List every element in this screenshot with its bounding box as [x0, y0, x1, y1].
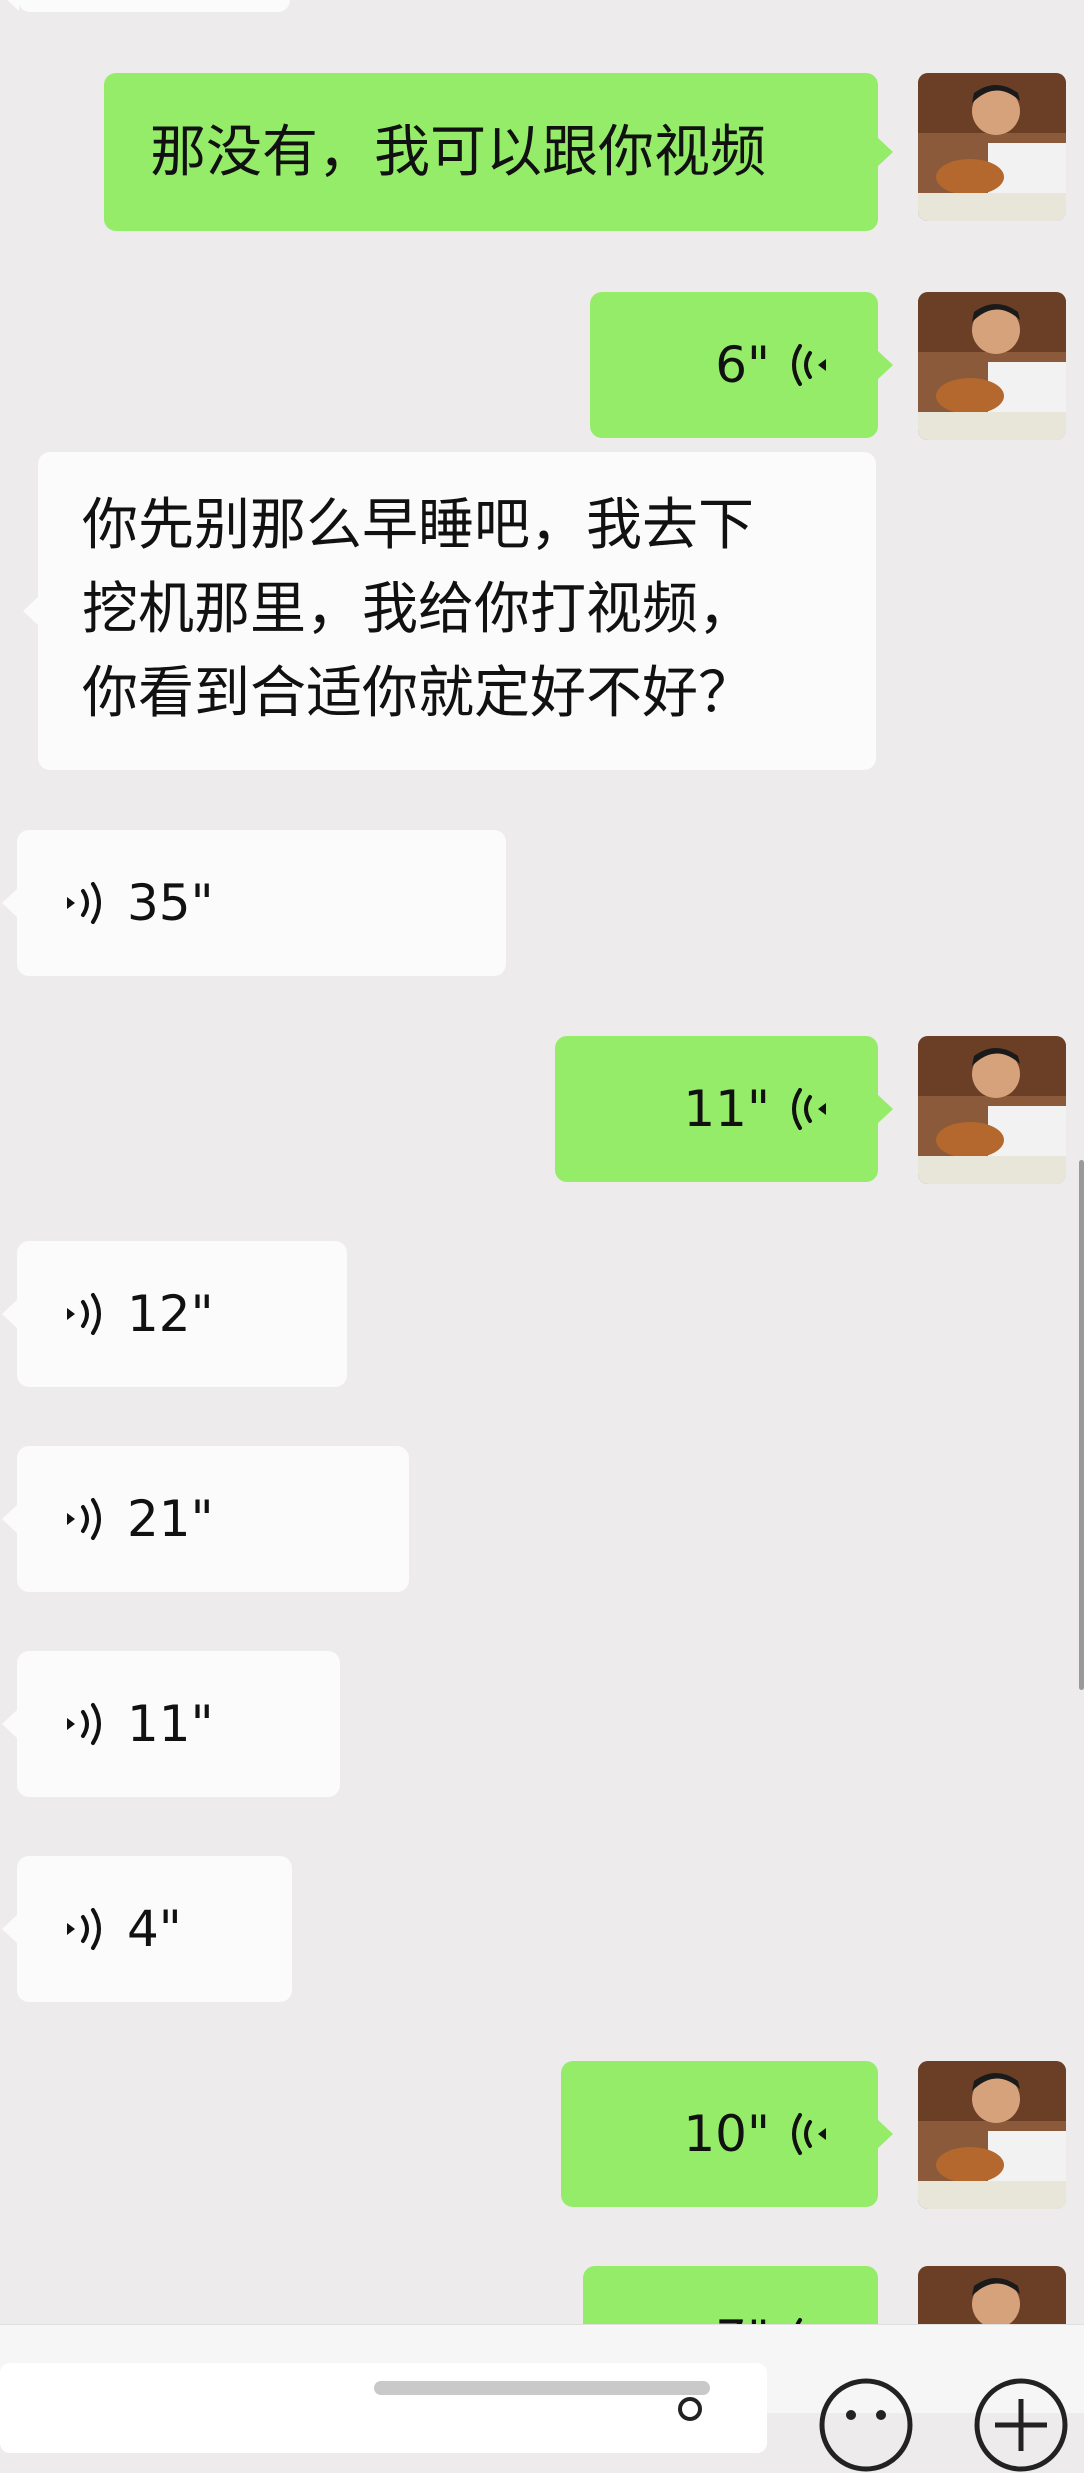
voice-duration: 4": [127, 1900, 182, 1958]
voice-wave-icon: [792, 1088, 826, 1130]
voice-message-outgoing[interactable]: 7": [583, 2266, 878, 2324]
message-text: 那没有，我可以跟你视频: [150, 120, 766, 185]
avatar[interactable]: [918, 73, 1066, 221]
avatar[interactable]: [918, 2061, 1066, 2209]
home-indicator[interactable]: [374, 2381, 710, 2395]
voice-duration: 7": [715, 2310, 770, 2324]
voice-duration: 11": [683, 1080, 770, 1138]
voice-wave-icon: [67, 1703, 101, 1745]
emoji-icon[interactable]: [818, 2377, 914, 2473]
voice-message-incoming[interactable]: 35": [2, 830, 506, 976]
message-bubble-partial[interactable]: [3, 0, 290, 12]
voice-wave-icon: [67, 1498, 101, 1540]
voice-duration: 11": [127, 1695, 214, 1753]
user-photo: [918, 2266, 1066, 2324]
voice-wave-icon: [67, 1908, 101, 1950]
voice-wave-icon: [67, 882, 101, 924]
message-input[interactable]: [0, 2363, 767, 2453]
message-bubble-incoming[interactable]: 你先别那么早睡吧，我去下 挖机那里，我给你打视频， 你看到合适你就定好不好？: [23, 452, 876, 770]
voice-duration: 21": [127, 1490, 214, 1548]
avatar[interactable]: [918, 2266, 1066, 2324]
user-photo: [918, 292, 1066, 440]
user-photo: [918, 1036, 1066, 1184]
voice-message-outgoing[interactable]: 10": [561, 2061, 893, 2207]
voice-message-incoming[interactable]: 4": [2, 1856, 292, 2002]
voice-duration: 35": [127, 874, 214, 932]
message-bubble-outgoing[interactable]: 那没有，我可以跟你视频: [104, 73, 893, 231]
voice-wave-icon: [67, 1293, 101, 1335]
scrollbar[interactable]: [1079, 1160, 1084, 1690]
voice-message-outgoing[interactable]: 6": [590, 292, 893, 438]
voice-message-incoming[interactable]: 21": [2, 1446, 409, 1592]
voice-message-incoming[interactable]: 12": [2, 1241, 347, 1387]
plus-icon[interactable]: [973, 2377, 1069, 2473]
avatar[interactable]: [918, 1036, 1066, 1184]
chat-area[interactable]: 那没有，我可以跟你视频 6" 你先别那么早睡吧，我去下 挖机那里，我给你打视频，…: [0, 0, 1084, 2324]
message-text-line: 你看到合适你就定好不好？: [82, 661, 754, 726]
user-photo: [918, 2061, 1066, 2209]
avatar[interactable]: [918, 292, 1066, 440]
voice-message-incoming[interactable]: 11": [2, 1651, 340, 1797]
input-toolbar: [0, 2324, 1084, 2472]
user-photo: [918, 73, 1066, 221]
voice-message-outgoing[interactable]: 11": [555, 1036, 893, 1182]
voice-wave-icon: [795, 2318, 802, 2324]
microphone-icon[interactable]: [672, 2395, 708, 2431]
voice-wave-icon: [792, 2113, 826, 2155]
voice-duration: 10": [683, 2105, 770, 2163]
message-text-line: 挖机那里，我给你打视频，: [82, 577, 754, 642]
voice-wave-icon: [792, 344, 826, 386]
voice-duration: 12": [127, 1285, 214, 1343]
voice-duration: 6": [715, 336, 770, 394]
message-text-line: 你先别那么早睡吧，我去下: [82, 493, 754, 558]
